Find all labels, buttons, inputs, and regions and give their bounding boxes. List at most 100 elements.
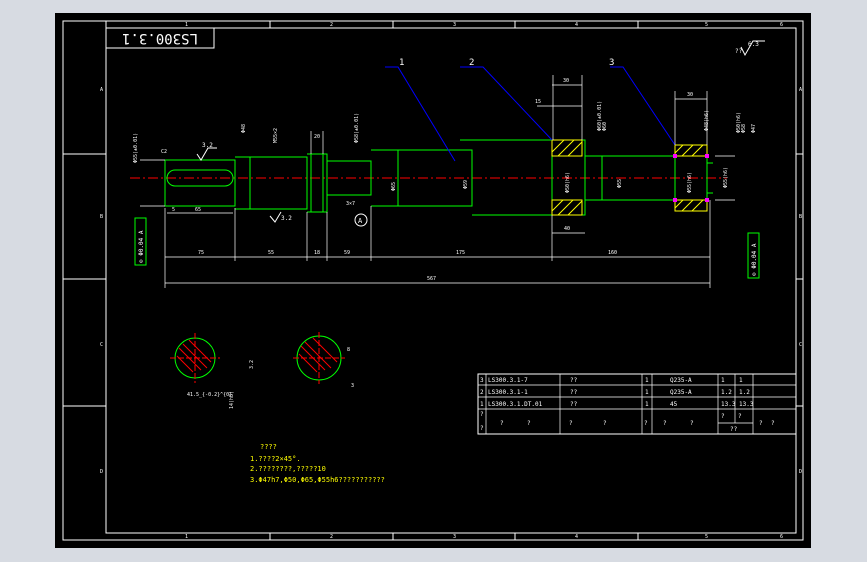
inner-frame: [105, 27, 797, 534]
zone-number: 2: [330, 22, 333, 28]
balloon-1: 1: [399, 58, 404, 68]
dim-tol-4: Φ48(h6): [704, 110, 710, 131]
datum-label: A: [358, 217, 363, 225]
dim-55: 55: [268, 250, 274, 256]
dim-fit-1: Φ50(h6): [565, 172, 571, 193]
zone-number: 1: [185, 534, 188, 540]
zone-letter: A: [799, 87, 802, 93]
cad-drawing: A B C D A B C D 1 2 3 4 5 6 1 2 3 4 5 6 …: [62, 20, 804, 541]
svg-text:3.2: 3.2: [249, 360, 255, 369]
bom-cell: LS300.3.1-1: [488, 389, 528, 396]
bom-header-cell: ?: [759, 420, 763, 427]
roughness-keyway: 3.2: [202, 142, 213, 149]
zone-letter: C: [799, 342, 802, 348]
dim-d58: Φ58: [741, 124, 747, 133]
bom-header-cell: ?: [569, 420, 573, 427]
dim-d48: Φ48: [241, 124, 247, 133]
dim-15: 15: [535, 99, 541, 105]
svg-text:8: 8: [347, 347, 350, 353]
svg-text:41.5_{-0.2}^{0}: 41.5_{-0.2}^{0}: [187, 392, 232, 398]
zone-labels: A B C D A B C D 1 2 3 4 5 6 1 2 3 4 5 6: [100, 22, 802, 540]
svg-text:14(h8): 14(h8): [229, 391, 235, 409]
bom-cell: 1: [645, 401, 649, 408]
bom-cell: 1: [739, 377, 743, 384]
notes-line-2: 2.????????,?????10: [250, 465, 326, 473]
bom-cell: LS300.3.1-7: [488, 377, 528, 384]
dim-d47: Φ47: [751, 124, 757, 133]
bom-header-left: ?: [480, 425, 484, 432]
zone-number: 2: [330, 534, 333, 540]
dim-tol-1: Φ55(±0.01): [133, 133, 139, 163]
zone-letter: C: [100, 342, 103, 348]
dim-d65: Φ65: [391, 182, 397, 191]
bom-header-cell: ?: [690, 420, 694, 427]
zone-number: 5: [705, 534, 708, 540]
zone-letter: D: [100, 469, 103, 475]
section-view-2: 8 3: [293, 332, 354, 389]
dim-20: 20: [314, 134, 320, 140]
dim-edge: C2: [161, 149, 167, 155]
bom-header-cell: ?: [644, 420, 648, 427]
bom-header-cell: ?: [738, 413, 742, 420]
dim-30a: 30: [563, 78, 569, 84]
dim-tol-2: Φ58(±0.01): [354, 113, 360, 143]
zone-letter: D: [799, 469, 802, 475]
tolerance-frame-right: ⊙ Φ0.04 A: [747, 232, 760, 279]
bom-header-mid: ??: [730, 426, 738, 433]
drawing-code: LS300.3.1: [122, 30, 198, 46]
dim-d60: Φ60: [602, 122, 608, 131]
bom-cell: 2: [480, 389, 484, 396]
roughness-shoulder-symbol: [269, 211, 282, 223]
dim-40: 40: [564, 226, 570, 232]
bom-header-cell: ?: [603, 420, 607, 427]
bom-cell: 1: [721, 377, 725, 384]
zone-number: 5: [705, 22, 708, 28]
bom-cell: 1.2: [721, 389, 732, 396]
bom-cell: Q235-A: [670, 377, 692, 384]
bom-header-cell: ?: [527, 420, 531, 427]
zone-number: 3: [453, 22, 456, 28]
dim-key-65: 65: [195, 207, 201, 213]
dim-59: 59: [344, 250, 350, 256]
svg-text:⊙ Φ0.04 A: ⊙ Φ0.04 A: [751, 243, 758, 276]
bom-header-cell: ?: [663, 420, 667, 427]
bom-cell: 45: [670, 401, 678, 408]
dim-175: 175: [456, 250, 465, 256]
section-view-1: 41.5_{-0.2}^{0} 14(h8) 3.2: [170, 333, 255, 409]
zone-letter: A: [100, 87, 103, 93]
dim-key-5: 5: [172, 207, 175, 213]
bom-cell: 1: [480, 401, 484, 408]
svg-text:⊙ Φ0.04 A: ⊙ Φ0.04 A: [138, 230, 145, 263]
roughness-global: 6.3: [748, 41, 759, 48]
dim-160: 160: [608, 250, 617, 256]
technical-notes: ???? 1.????2×45°. 2.????????,?????10 3.Φ…: [250, 443, 385, 484]
dim-d59: Φ59: [463, 180, 469, 189]
balloon-leaders: [385, 66, 676, 162]
zone-letter: B: [100, 214, 103, 220]
bom-header-cell: ?: [500, 420, 504, 427]
zone-number: 1: [185, 22, 188, 28]
bom-cell: Q235-A: [670, 389, 692, 396]
bom-cell: 13.3: [739, 401, 754, 408]
bom-cell: 13.3: [721, 401, 736, 408]
dim-30b: 30: [687, 92, 693, 98]
bom-cell: 1: [645, 377, 649, 384]
zone-letter: B: [799, 214, 802, 220]
bom-cell: LS300.3.1.DT.01: [488, 401, 543, 408]
roughness-shoulder: 3.2: [281, 215, 292, 222]
zone-number: 6: [780, 534, 783, 540]
roughness-keyway-symbol: [196, 147, 217, 161]
tolerance-frame-left: ⊙ Φ0.04 A: [134, 217, 147, 266]
bom-cell: 1: [645, 389, 649, 396]
balloon-2: 2: [469, 58, 474, 68]
drawing-canvas[interactable]: A B C D A B C D 1 2 3 4 5 6 1 2 3 4 5 6 …: [55, 13, 811, 548]
bom-header-cell: ?: [771, 420, 775, 427]
notes-title: ????: [260, 443, 277, 451]
zone-number: 4: [575, 534, 578, 540]
zone-number: 6: [780, 22, 783, 28]
notes-line-3: 3.Φ47h7,Φ50,Φ65,Φ55h6???????????: [250, 476, 385, 484]
bom-header-left: ?: [480, 411, 484, 418]
zone-number: 4: [575, 22, 578, 28]
dim-overall: 567: [427, 276, 436, 282]
bom-cell: ??: [570, 401, 578, 408]
